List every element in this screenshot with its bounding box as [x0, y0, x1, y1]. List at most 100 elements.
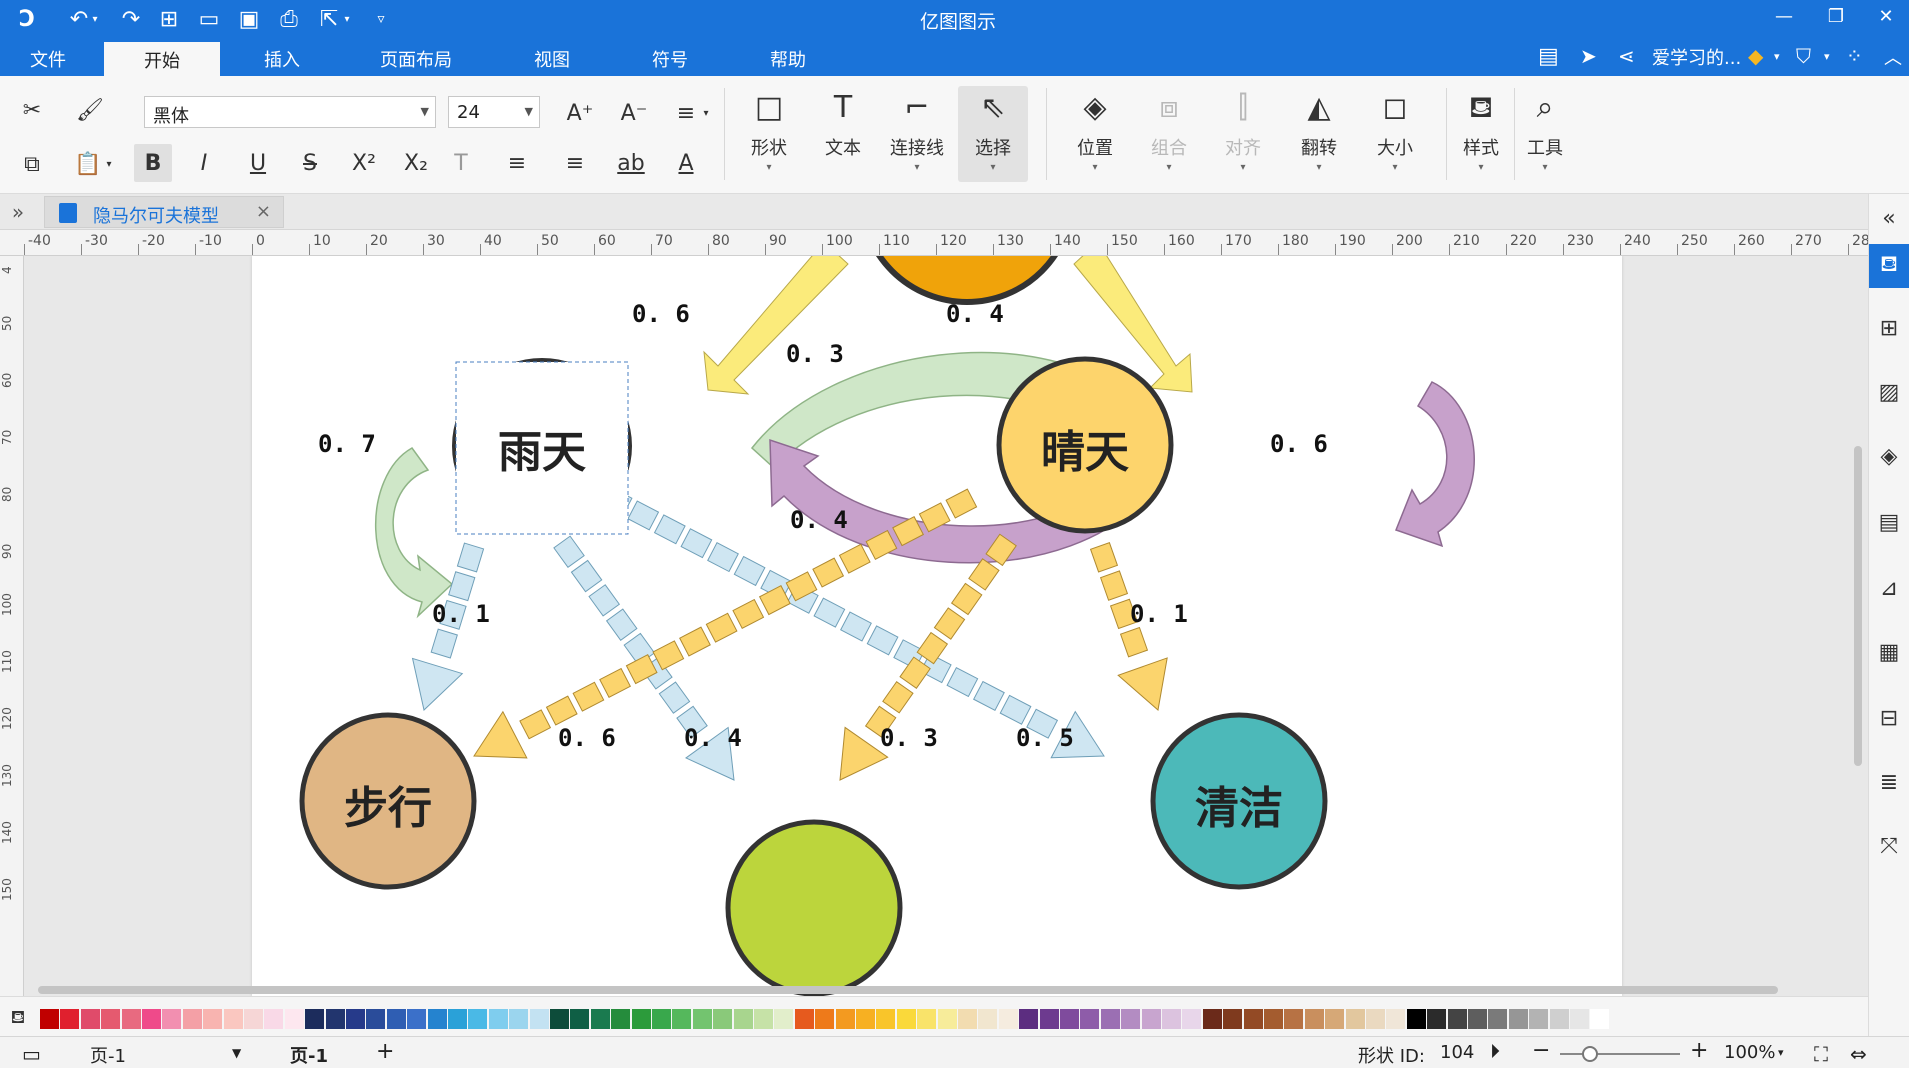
color-swatch[interactable] [1529, 1009, 1549, 1029]
color-swatch[interactable] [1141, 1009, 1161, 1029]
cut-icon[interactable]: ✂ [14, 92, 50, 128]
color-swatch[interactable] [631, 1009, 651, 1029]
fill-bucket-icon[interactable]: ⛾ [6, 1007, 30, 1031]
shape-button[interactable]: □ 形状 ▾ [734, 86, 804, 182]
align-button[interactable]: ⫿ 对齐 ▾ [1208, 86, 1278, 182]
text-align-dropdown-icon[interactable]: ▾ [700, 104, 712, 122]
bold-button[interactable]: B [134, 144, 172, 182]
color-swatch[interactable] [1039, 1009, 1059, 1029]
zoom-out-button[interactable]: − [1532, 1038, 1550, 1063]
color-swatch[interactable] [366, 1009, 386, 1029]
tools-button[interactable]: ⌕ 工具 ▾ [1510, 86, 1580, 182]
color-swatch[interactable] [1243, 1009, 1263, 1029]
color-swatch[interactable] [1427, 1009, 1447, 1029]
color-swatch[interactable] [570, 1009, 590, 1029]
arrow-rain-walk-head[interactable] [411, 657, 464, 711]
page-select[interactable]: 页-1 [90, 1042, 126, 1068]
color-swatch[interactable] [468, 1009, 488, 1029]
document-tab[interactable]: 隐马尔可夫模型 × [44, 196, 284, 228]
paste-icon[interactable]: 📋 [70, 146, 106, 182]
color-swatch[interactable] [407, 1009, 427, 1029]
arrow-to-rain[interactable] [703, 256, 849, 395]
table-panel-icon[interactable]: ▦ [1869, 630, 1909, 674]
export-dropdown-icon[interactable]: ▾ [340, 4, 354, 34]
select-button[interactable]: ⇖ 选择 ▾ [958, 86, 1028, 182]
user-dropdown-icon[interactable]: ▾ [1774, 50, 1780, 63]
color-swatch[interactable] [223, 1009, 243, 1029]
text-button[interactable]: T 文本 [808, 86, 878, 182]
menu-page-layout[interactable]: 页面布局 [380, 46, 452, 72]
vip-diamond-icon[interactable]: ◆ [1748, 44, 1763, 68]
vertical-scrollbar[interactable] [1854, 446, 1862, 766]
copy-icon[interactable]: ⧉ [14, 146, 50, 182]
comment-icon[interactable]: ▤ [1538, 44, 1559, 69]
style-button[interactable]: ⛾ 样式 ▾ [1446, 86, 1516, 182]
menu-home[interactable]: 开始 [104, 42, 220, 76]
color-swatch[interactable] [1345, 1009, 1365, 1029]
format-painter-icon[interactable]: 🖌 [72, 92, 108, 128]
color-swatch[interactable] [876, 1009, 896, 1029]
add-page-button[interactable]: + [376, 1039, 394, 1064]
color-swatch[interactable] [1080, 1009, 1100, 1029]
image-panel-icon[interactable]: ▨ [1869, 370, 1909, 414]
color-swatch[interactable] [917, 1009, 937, 1029]
color-swatch[interactable] [1386, 1009, 1406, 1029]
menu-file[interactable]: 文件 [30, 46, 66, 72]
rain-self-loop[interactable] [375, 447, 454, 619]
color-swatch[interactable] [652, 1009, 671, 1029]
color-swatch[interactable] [162, 1009, 182, 1029]
strikethrough-button[interactable]: S [292, 144, 328, 182]
subscript-button[interactable]: X₂ [396, 144, 436, 182]
color-swatch[interactable] [325, 1009, 345, 1029]
zoom-dropdown-icon[interactable]: ▾ [1778, 1046, 1784, 1059]
color-swatch[interactable] [1590, 1009, 1610, 1029]
color-swatch[interactable] [611, 1009, 631, 1029]
color-swatch[interactable] [1019, 1009, 1039, 1029]
bottom-node-circle[interactable] [725, 819, 903, 996]
paste-dropdown-icon[interactable]: ▾ [102, 154, 116, 174]
fit-width-icon[interactable]: ⇔ [1850, 1042, 1867, 1066]
color-swatch[interactable] [1549, 1009, 1569, 1029]
color-swatch[interactable] [1223, 1009, 1243, 1029]
text-case-button[interactable]: T [446, 144, 476, 182]
color-swatch[interactable] [1508, 1009, 1528, 1029]
zoom-in-button[interactable]: + [1690, 1038, 1708, 1063]
color-swatch[interactable] [284, 1009, 304, 1029]
list-button[interactable]: ≡ [556, 144, 594, 182]
color-swatch[interactable] [182, 1009, 202, 1029]
color-swatch[interactable] [80, 1009, 100, 1029]
redo-icon[interactable]: ↷ [116, 4, 146, 34]
color-swatch[interactable] [774, 1009, 794, 1029]
connector-button[interactable]: ⌐ 连接线 ▾ [882, 86, 952, 182]
color-swatch[interactable] [346, 1009, 365, 1029]
color-swatch[interactable] [509, 1009, 529, 1029]
page-select-dropdown-icon[interactable]: ▼ [232, 1046, 241, 1060]
size-button[interactable]: ◻ 大小 ▾ [1360, 86, 1430, 182]
page-tab[interactable]: 页-1 [290, 1042, 328, 1068]
grid-panel-icon[interactable]: ⊞ [1869, 306, 1909, 350]
font-color-button[interactable]: A [668, 144, 704, 182]
color-swatch[interactable] [754, 1009, 773, 1029]
color-swatch[interactable] [448, 1009, 467, 1029]
color-swatch[interactable] [1100, 1009, 1120, 1029]
restore-button[interactable]: ❐ [1816, 6, 1856, 32]
print-icon[interactable]: ⎙ [274, 4, 304, 34]
flip-button[interactable]: ◭ 翻转 ▾ [1284, 86, 1354, 182]
color-swatch[interactable] [142, 1009, 161, 1029]
color-swatch[interactable] [1406, 1009, 1426, 1029]
color-swatch[interactable] [101, 1009, 121, 1029]
color-swatch[interactable] [1366, 1009, 1385, 1029]
shirt-icon[interactable]: ⛉ [1796, 44, 1811, 68]
decrease-font-icon[interactable]: A⁻ [616, 96, 652, 130]
font-family-select[interactable]: 黑体 ▼ [144, 96, 436, 128]
color-swatch[interactable] [1202, 1009, 1222, 1029]
color-swatch[interactable] [529, 1009, 549, 1029]
menu-view[interactable]: 视图 [534, 46, 570, 72]
save-icon[interactable]: ▣ [234, 4, 264, 34]
color-swatch[interactable] [815, 1009, 835, 1029]
color-swatch[interactable] [1182, 1009, 1202, 1029]
color-swatch[interactable] [121, 1009, 141, 1029]
zoom-level[interactable]: 100% [1724, 1042, 1775, 1063]
color-swatch[interactable] [264, 1009, 284, 1029]
page-panel-icon[interactable]: ▤ [1869, 500, 1909, 544]
